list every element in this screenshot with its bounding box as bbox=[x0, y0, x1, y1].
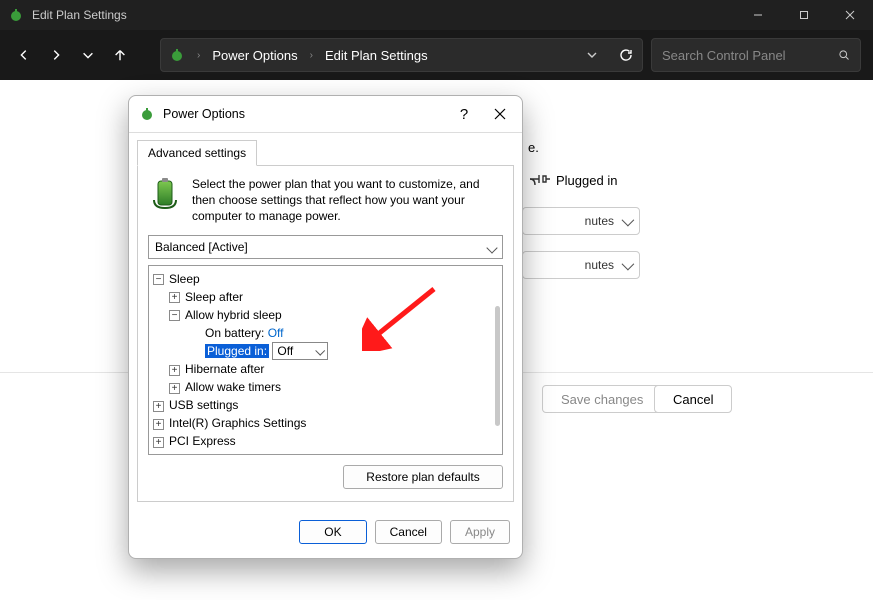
power-icon bbox=[139, 106, 155, 122]
refresh-icon[interactable] bbox=[618, 47, 634, 63]
recent-dropdown[interactable] bbox=[76, 43, 100, 67]
collapse-icon[interactable]: − bbox=[169, 310, 180, 321]
apply-button[interactable]: Apply bbox=[450, 520, 510, 544]
tree-pci[interactable]: PCI Express bbox=[169, 434, 236, 448]
tree-usb[interactable]: USB settings bbox=[169, 398, 238, 412]
expand-icon[interactable]: + bbox=[153, 437, 164, 448]
chevron-right-icon: › bbox=[310, 50, 313, 61]
help-button[interactable]: ? bbox=[446, 96, 482, 132]
plugged-value-dropdown[interactable]: Off bbox=[272, 342, 328, 360]
bg-combo-2[interactable]: nutes bbox=[522, 251, 640, 279]
expand-icon[interactable]: + bbox=[169, 365, 180, 376]
maximize-button[interactable] bbox=[781, 0, 827, 30]
tree-sleep-after[interactable]: Sleep after bbox=[185, 290, 243, 304]
bg-fragment-text: e. bbox=[528, 140, 539, 155]
tree-on-battery-value[interactable]: Off bbox=[268, 326, 284, 340]
minimize-button[interactable] bbox=[735, 0, 781, 30]
up-button[interactable] bbox=[108, 43, 132, 67]
dialog-close-button[interactable] bbox=[482, 96, 518, 132]
window-title: Edit Plan Settings bbox=[32, 8, 735, 22]
bg-plugged-label: Plugged in bbox=[556, 173, 617, 188]
tree-sleep[interactable]: Sleep bbox=[169, 272, 200, 286]
settings-tree[interactable]: −Sleep +Sleep after −Allow hybrid sleep … bbox=[149, 266, 490, 454]
dialog-title: Power Options bbox=[163, 107, 245, 121]
dialog-intro-text: Select the power plan that you want to c… bbox=[192, 176, 503, 225]
address-bar[interactable]: › Power Options › Edit Plan Settings bbox=[160, 38, 643, 72]
app-icon bbox=[8, 7, 24, 23]
cancel-button[interactable]: Cancel bbox=[375, 520, 442, 544]
save-changes-button[interactable]: Save changes bbox=[542, 385, 662, 413]
power-icon bbox=[169, 47, 185, 63]
chevron-right-icon: › bbox=[197, 50, 200, 61]
bg-combo-1[interactable]: nutes bbox=[522, 207, 640, 235]
plan-select-value: Balanced [Active] bbox=[155, 240, 248, 254]
search-icon bbox=[838, 48, 850, 62]
ok-button[interactable]: OK bbox=[299, 520, 366, 544]
tree-intel-gfx[interactable]: Intel(R) Graphics Settings bbox=[169, 416, 306, 430]
search-input[interactable] bbox=[662, 48, 838, 63]
plan-select[interactable]: Balanced [Active] bbox=[148, 235, 503, 259]
tree-allow-hybrid[interactable]: Allow hybrid sleep bbox=[185, 308, 282, 322]
tree-hibernate-after[interactable]: Hibernate after bbox=[185, 362, 264, 376]
cancel-bg-button[interactable]: Cancel bbox=[654, 385, 732, 413]
breadcrumb-item[interactable]: Power Options bbox=[212, 48, 297, 63]
forward-button[interactable] bbox=[44, 43, 68, 67]
plug-icon bbox=[528, 172, 550, 186]
tree-proc[interactable]: Processor power management bbox=[169, 452, 332, 453]
tab-advanced-settings[interactable]: Advanced settings bbox=[137, 140, 257, 166]
expand-icon[interactable]: + bbox=[169, 383, 180, 394]
restore-defaults-button[interactable]: Restore plan defaults bbox=[343, 465, 503, 489]
breadcrumb-item[interactable]: Edit Plan Settings bbox=[325, 48, 428, 63]
collapse-icon[interactable]: − bbox=[153, 274, 164, 285]
battery-icon bbox=[148, 176, 182, 210]
close-button[interactable] bbox=[827, 0, 873, 30]
tree-scrollbar[interactable] bbox=[495, 306, 500, 426]
expand-icon[interactable]: + bbox=[153, 401, 164, 412]
tree-allow-wake[interactable]: Allow wake timers bbox=[185, 380, 281, 394]
power-options-dialog: Power Options ? Advanced settings Select… bbox=[128, 95, 523, 559]
expand-icon[interactable]: + bbox=[169, 292, 180, 303]
expand-icon[interactable]: + bbox=[153, 419, 164, 430]
tree-on-battery-label[interactable]: On battery: bbox=[205, 326, 264, 340]
tree-plugged-label[interactable]: Plugged in: bbox=[205, 344, 269, 358]
search-box[interactable] bbox=[651, 38, 861, 72]
chevron-down-icon[interactable] bbox=[586, 49, 598, 61]
back-button[interactable] bbox=[12, 43, 36, 67]
